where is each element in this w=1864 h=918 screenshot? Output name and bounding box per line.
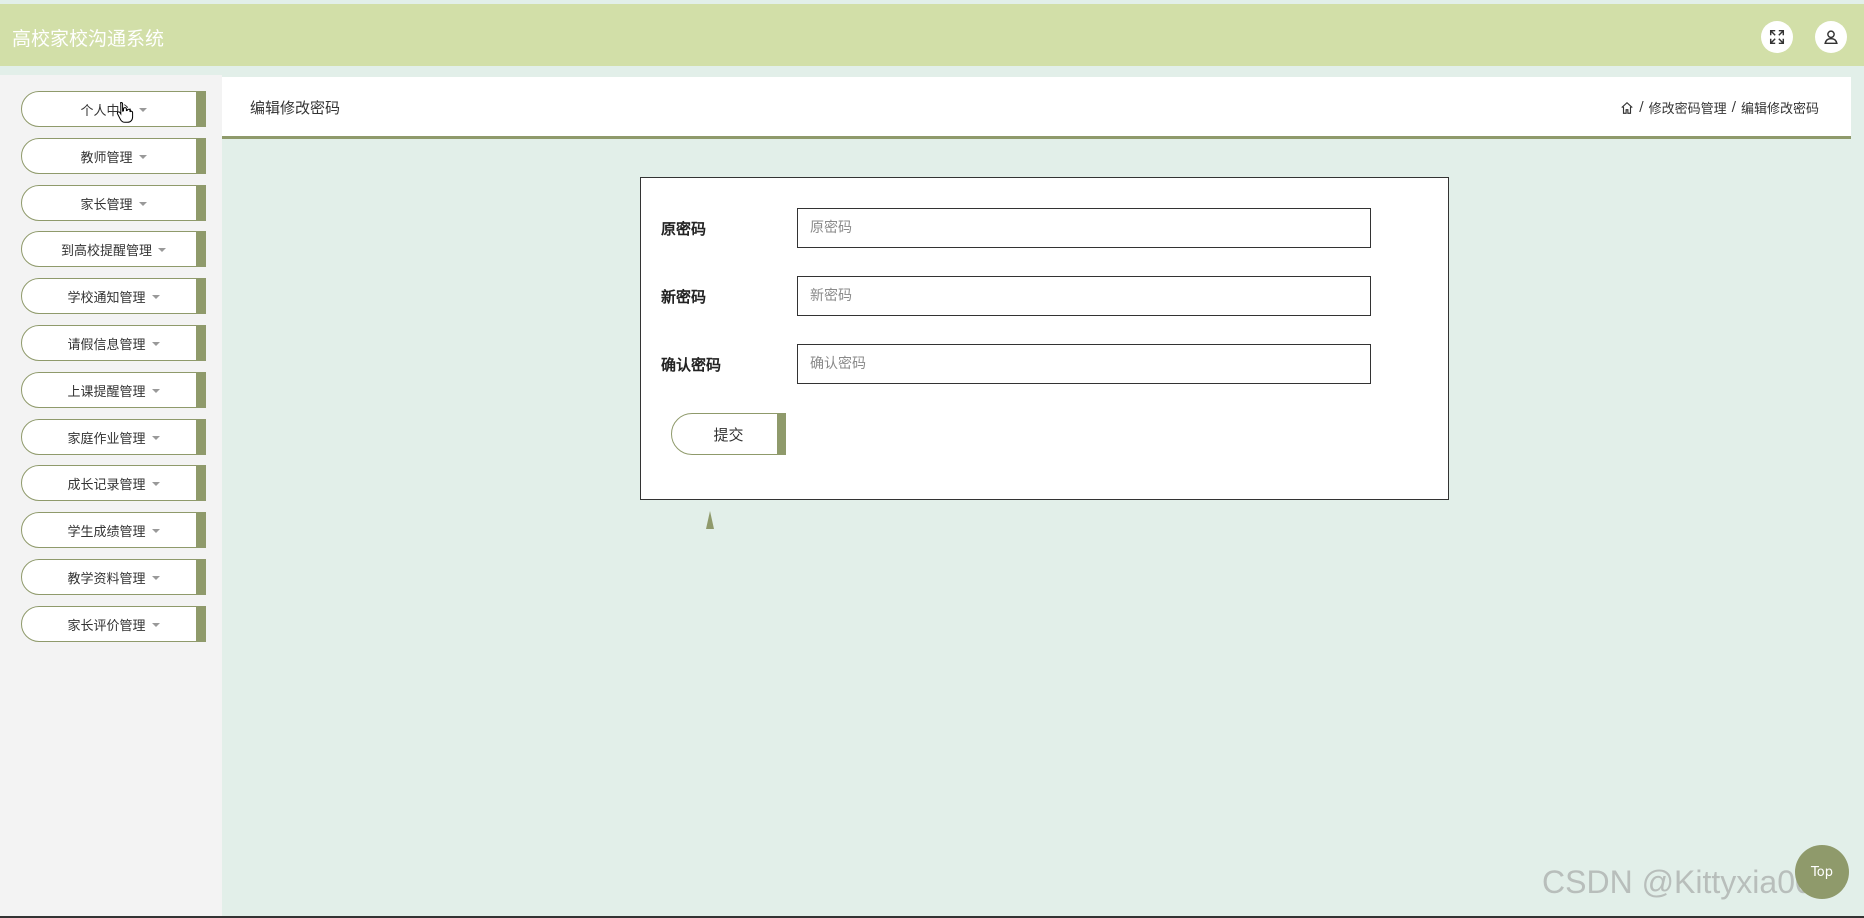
chevron-down-icon [138,108,147,112]
chevron-down-icon [151,389,160,393]
confirm-password-row: 确认密码 [661,344,1401,384]
sidebar-item-label: 到高校提醒管理 [60,243,152,259]
new-password-input[interactable] [797,276,1371,316]
chevron-down-icon [151,342,160,346]
breadcrumb-separator: / [1639,100,1644,115]
new-password-row: 新密码 [661,276,1401,316]
watermark: CSDN @Kittyxia001 [1542,864,1831,900]
sidebar-item-class-reminder[interactable]: 上课提醒管理 [21,372,206,408]
old-password-input[interactable] [797,208,1371,248]
sidebar-item-school-arrival-reminder[interactable]: 到高校提醒管理 [21,231,206,267]
sidebar-item-label: 学校通知管理 [67,290,146,306]
pointer-marker [706,511,714,529]
breadcrumb-level-1[interactable]: 修改密码管理 [1649,98,1727,117]
sidebar-item-label: 上课提醒管理 [67,384,146,400]
mouse-cursor-icon [116,101,134,123]
page-title: 编辑修改密码 [250,99,341,117]
sidebar-item-parent-management[interactable]: 家长管理 [21,185,206,221]
sidebar-item-growth-record[interactable]: 成长记录管理 [21,465,206,501]
sidebar-item-label: 请假信息管理 [67,337,146,353]
chevron-down-icon [151,295,160,299]
new-password-label: 新密码 [661,288,707,306]
chevron-down-icon [138,202,147,206]
chevron-down-icon [158,248,166,252]
back-to-top-button[interactable]: Top [1795,845,1849,899]
sidebar-item-parent-evaluation[interactable]: 家长评价管理 [21,606,206,642]
chevron-down-icon [138,155,147,159]
content-header: 编辑修改密码 / 修改密码管理 / 编辑修改密码 [222,77,1851,139]
breadcrumb-separator: / [1731,100,1736,115]
sidebar-item-label: 家长评价管理 [67,618,146,634]
sidebar-item-label: 家长管理 [80,197,133,213]
fullscreen-icon[interactable] [1761,21,1793,53]
breadcrumb: / 修改密码管理 / 编辑修改密码 [1620,98,1819,117]
breadcrumb-current: 编辑修改密码 [1740,102,1819,117]
sidebar-item-personal-center[interactable]: 个人中心 [21,91,206,127]
old-password-label: 原密码 [661,220,707,238]
user-icon[interactable] [1815,21,1847,53]
sidebar-item-homework[interactable]: 家庭作业管理 [21,419,206,455]
top-bar: 高校家校沟通系统 [0,4,1864,66]
sidebar-item-label: 学生成绩管理 [67,524,146,540]
sidebar-item-label: 家庭作业管理 [67,431,146,447]
confirm-password-input[interactable] [797,344,1371,384]
sidebar: 个人中心 教师管理 家长管理 到高校提醒管理 学校通知管理 请假信息管理 上课提… [0,75,222,918]
sidebar-item-label: 教学资料管理 [67,571,146,587]
chevron-down-icon [151,576,160,580]
sidebar-item-school-notice[interactable]: 学校通知管理 [21,278,206,314]
old-password-row: 原密码 [661,208,1401,248]
chevron-down-icon [151,482,160,486]
sidebar-item-label: 教师管理 [80,150,133,166]
chevron-down-icon [151,529,160,533]
chevron-down-icon [151,623,160,627]
sidebar-item-student-grades[interactable]: 学生成绩管理 [21,512,206,548]
home-icon[interactable] [1620,101,1634,115]
sidebar-item-teacher-management[interactable]: 教师管理 [21,138,206,174]
sidebar-item-leave-info[interactable]: 请假信息管理 [21,325,206,361]
sidebar-item-teaching-materials[interactable]: 教学资料管理 [21,559,206,595]
chevron-down-icon [151,436,160,440]
password-form: 原密码 新密码 确认密码 提交 [640,177,1449,500]
sidebar-item-label: 成长记录管理 [67,477,146,493]
submit-button[interactable]: 提交 [671,413,786,455]
confirm-password-label: 确认密码 [661,356,722,374]
app-title: 高校家校沟通系统 [12,28,165,50]
